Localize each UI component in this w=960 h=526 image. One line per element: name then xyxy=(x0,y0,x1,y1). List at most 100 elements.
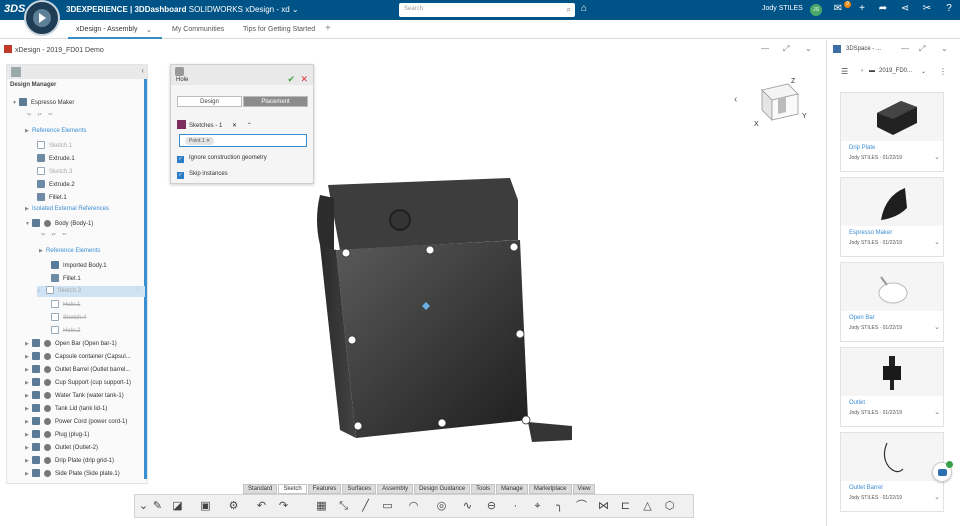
settings-icon[interactable]: ⚙ xyxy=(227,500,240,513)
confirm-icon[interactable]: ✔ xyxy=(287,74,295,85)
tab-design-guidance[interactable]: Design Guidance xyxy=(414,484,471,494)
maximize-icon[interactable]: ⤢ xyxy=(919,44,925,54)
sketch-point[interactable] xyxy=(347,335,357,345)
triangle-icon[interactable]: △ xyxy=(641,500,654,513)
menu-icon[interactable]: ☰ xyxy=(841,67,848,76)
chevron-down-icon[interactable]: ⌄ xyxy=(934,153,940,161)
sketch-point[interactable] xyxy=(521,415,531,425)
plane-icon[interactable]: ◪ xyxy=(171,500,184,513)
sketch-tool-icon[interactable]: ✎ xyxy=(151,500,164,513)
list-item[interactable]: Open Bar Jody STILES · 01/22/19 ⌄ xyxy=(840,262,944,342)
compass-icon[interactable] xyxy=(24,0,60,36)
tag-icon[interactable]: ⌂ xyxy=(581,3,587,14)
redo-icon[interactable]: ↷ xyxy=(277,500,290,513)
minimize-icon[interactable]: — xyxy=(761,44,769,53)
more-icon[interactable]: ⋮ xyxy=(135,286,141,293)
smart-dimension-icon[interactable]: ⤡ xyxy=(337,500,350,513)
tree-item[interactable]: ▶ Outlet (Outlet-2) xyxy=(25,443,98,454)
tree-item[interactable]: Sketch.4 xyxy=(51,313,86,324)
fillet-sketch-icon[interactable]: ╮ xyxy=(553,500,566,513)
tree-item[interactable]: ▶ Drip Plate (drip grid-1) xyxy=(25,456,114,467)
tree-item[interactable]: ▶ Capsule container (Capsul... xyxy=(25,352,131,363)
tree-item[interactable]: ▶ Tank Lid (tank lid-1) xyxy=(25,404,107,415)
tree-item[interactable]: ▶ Reference Elements xyxy=(39,248,100,259)
chevron-left-icon[interactable]: ‹ xyxy=(734,94,737,105)
tab-design[interactable]: Design xyxy=(177,96,242,107)
trim-icon[interactable]: ⌖ xyxy=(531,500,544,513)
notification-icon[interactable]: ✉ xyxy=(832,3,844,14)
card-title[interactable]: Drip Plate xyxy=(849,145,875,151)
espresso-maker-model[interactable] xyxy=(300,160,590,450)
checkbox-icon[interactable]: ✓ xyxy=(177,172,184,179)
tree-item[interactable]: Fillet.1 xyxy=(51,274,81,285)
point-chip[interactable]: Point.1 ✕ xyxy=(185,137,215,145)
tab-view[interactable]: View xyxy=(572,484,596,494)
rectangle-icon[interactable]: ▭ xyxy=(381,500,394,513)
tab-xdesign-assembly[interactable]: xDesign - Assembly xyxy=(76,26,137,33)
tree-item-selected[interactable]: ○ Sketch.3 ⋮ xyxy=(37,286,145,297)
slot-icon[interactable]: ⊖ xyxy=(485,500,498,513)
add-icon[interactable]: + xyxy=(856,3,868,14)
sketch-point[interactable] xyxy=(437,418,447,428)
tab-features[interactable]: Features xyxy=(307,484,342,494)
ignore-construction-checkbox[interactable]: ✓ Ignore construction geometry xyxy=(177,155,267,163)
sketch-selection-row[interactable]: Sketches - 1 ✕ ⌃ xyxy=(177,120,252,129)
search-icon[interactable]: ⌕ xyxy=(567,5,571,15)
sketch-point[interactable] xyxy=(425,245,435,255)
app-title[interactable]: 3DEXPERIENCE | 3DDashboard SOLIDWORKS xD… xyxy=(66,5,299,14)
tab-assembly[interactable]: Assembly xyxy=(377,484,414,494)
chevron-down-icon[interactable]: ⌄ xyxy=(921,68,926,75)
tree-item[interactable]: ▶ Outlet Barrel (Outlet barrel... xyxy=(25,365,130,376)
tree-item[interactable]: ▶ Water Tank (water tank-1) xyxy=(25,391,124,402)
sketch-point[interactable] xyxy=(353,421,363,431)
tab-manage[interactable]: Manage xyxy=(496,484,528,494)
tab-tools[interactable]: Tools xyxy=(471,484,496,494)
sketch-point[interactable] xyxy=(515,329,525,339)
sketch-point[interactable] xyxy=(509,242,519,252)
chevron-down-icon[interactable]: ⌄ xyxy=(805,44,812,53)
tab-placement[interactable]: Placement xyxy=(243,96,308,107)
chevron-down-icon[interactable]: ⌄ xyxy=(941,44,948,53)
close-icon[interactable]: ✕ xyxy=(300,74,308,85)
tab-surfaces[interactable]: Surfaces xyxy=(342,484,377,494)
user-name[interactable]: Jody STILES xyxy=(762,5,803,12)
chevron-up-icon[interactable]: ⌃ xyxy=(247,123,252,129)
chevron-right-icon[interactable]: › xyxy=(861,68,863,74)
tree-item[interactable]: ▼ Body (Body-1) xyxy=(25,219,93,230)
tab-my-communities[interactable]: My Communities xyxy=(172,26,224,33)
card-title[interactable]: Espresso Maker xyxy=(849,230,892,236)
tab-tips[interactable]: Tips for Getting Started xyxy=(243,26,315,33)
card-title[interactable]: Outlet Barrel xyxy=(849,485,883,491)
cube-icon[interactable]: ⬡ xyxy=(663,500,676,513)
undo-icon[interactable]: ↶ xyxy=(255,500,268,513)
tree-item[interactable]: Hole.2 xyxy=(51,326,80,337)
tree-item[interactable]: Extrude.2 xyxy=(37,180,75,191)
line-icon[interactable]: ╱ xyxy=(359,500,372,513)
offset-icon[interactable]: ⊏ xyxy=(619,500,632,513)
point-icon[interactable]: · xyxy=(509,500,522,513)
feature-icon[interactable]: ▣ xyxy=(199,500,212,513)
collapse-icon[interactable]: ‹ xyxy=(141,66,144,75)
add-tab-icon[interactable]: + xyxy=(325,23,331,34)
chevron-down-icon[interactable]: ⌄ xyxy=(146,26,152,34)
point-selection-field[interactable]: Point.1 ✕ xyxy=(179,134,307,147)
list-item[interactable]: Outlet Jody STILES · 01/22/19 ⌄ xyxy=(840,347,944,427)
tree-item[interactable]: Extrude.1 xyxy=(37,154,75,165)
tree-item[interactable]: ▶ Plug (plug-1) xyxy=(25,430,89,441)
maximize-icon[interactable]: ⤢ xyxy=(783,44,789,54)
pattern-icon[interactable]: ⋈ xyxy=(597,500,610,513)
grid-icon[interactable]: ▦ xyxy=(315,500,328,513)
tree-item[interactable]: Imported Body.1 xyxy=(51,261,107,272)
clear-icon[interactable]: ✕ xyxy=(232,123,237,129)
tools-icon[interactable]: ✂ xyxy=(921,3,933,14)
breadcrumb[interactable]: ☰ › ▬ 2019_FD0... ⌄ ⋮ xyxy=(827,67,960,79)
chevron-down-icon[interactable]: ⌄ xyxy=(137,500,150,513)
tree-item[interactable]: Hole.1 xyxy=(51,300,80,311)
scrollbar[interactable] xyxy=(144,79,147,479)
tree-item[interactable]: Fillet.1 xyxy=(37,193,67,204)
avatar[interactable]: JS xyxy=(810,4,822,16)
more-icon[interactable]: ⋮ xyxy=(939,67,947,76)
chevron-down-icon[interactable]: ⌄ xyxy=(292,5,299,14)
list-item[interactable]: Drip Plate Jody STILES · 01/22/19 ⌄ xyxy=(840,92,944,172)
list-item[interactable]: Espresso Maker Jody STILES · 01/22/19 ⌄ xyxy=(840,177,944,257)
